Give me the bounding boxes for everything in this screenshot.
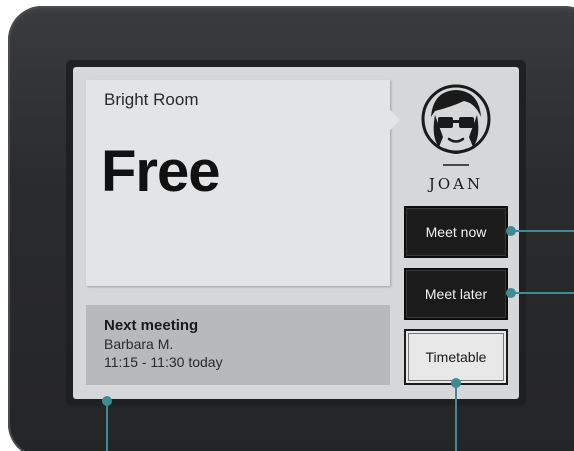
meet-later-button[interactable]: Meet later: [404, 268, 508, 320]
next-meeting-card[interactable]: Next meeting Barbara M. 11:15 - 11:30 to…: [86, 305, 390, 385]
next-meeting-person: Barbara M.: [104, 336, 174, 352]
next-meeting-title: Next meeting: [104, 317, 199, 334]
next-meeting-time: 11:15 - 11:30 today: [104, 354, 223, 370]
eink-screen: Bright Room Free Next meeting Barbara M.…: [73, 67, 519, 399]
joan-logo-text: JOAN: [428, 175, 484, 193]
room-name: Bright Room: [104, 90, 199, 109]
room-status: Free: [101, 139, 221, 204]
joan-face-icon: [421, 84, 491, 166]
status-card-pointer: [390, 110, 400, 130]
meet-now-button[interactable]: Meet now: [404, 206, 508, 258]
room-status-card: Bright Room Free: [86, 80, 400, 286]
joan-logo: JOAN: [409, 77, 503, 195]
timetable-button[interactable]: Timetable: [404, 329, 508, 385]
